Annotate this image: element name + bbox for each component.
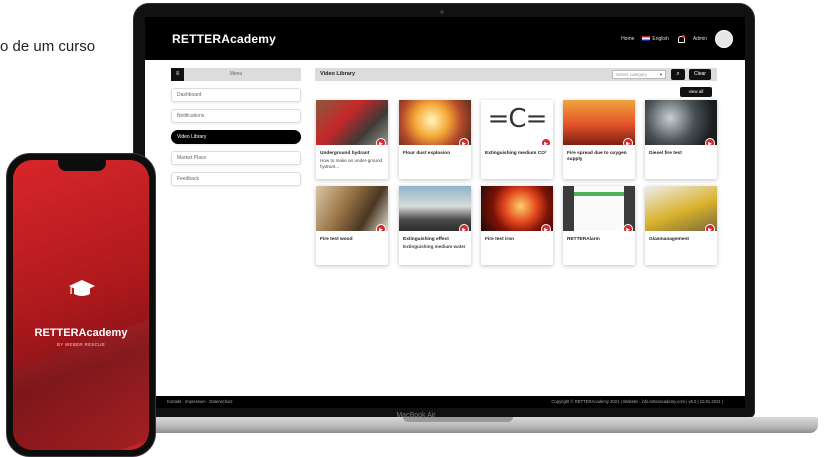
search-button[interactable]: ⌕: [671, 69, 685, 80]
video-thumbnail: ▶: [399, 100, 471, 145]
video-title: Extinguishing effect: [403, 237, 449, 242]
video-card[interactable]: ▶ Fire test wood: [316, 186, 388, 265]
sidebar-item-dashboard[interactable]: Dashboard: [171, 88, 301, 102]
video-title: Flour dust explosion: [403, 151, 451, 156]
phone-app-name: RETTERAcademy: [34, 327, 128, 339]
video-thumbnail: ▶: [316, 100, 388, 145]
play-icon[interactable]: ▶: [705, 224, 715, 231]
language-label: English: [652, 36, 669, 42]
video-thumbnail: ▶: [563, 100, 635, 145]
toolbar: Video Library Select category ▼ ⌕ Clear: [315, 68, 717, 81]
app-footer: Kontakt · Impressum · Datenschutz Copyri…: [145, 396, 745, 408]
video-card[interactable]: ▶ Extinguishing effect Extinguishing med…: [399, 186, 471, 265]
graduation-cap-icon: [69, 280, 95, 296]
video-thumbnail: ▶: [316, 186, 388, 231]
play-icon[interactable]: ▶: [459, 138, 469, 145]
video-title: Glasmanagement: [649, 237, 689, 242]
video-title: RETTERAlarm: [567, 237, 600, 242]
footer-links[interactable]: Kontakt · Impressum · Datenschutz: [167, 396, 233, 408]
sidebar-item-market-place[interactable]: Market Place: [171, 151, 301, 165]
video-title: Underground hydrant: [320, 151, 370, 156]
video-title: Fire test wood: [320, 237, 353, 242]
video-description: How to make an under-ground hydrant...: [320, 158, 383, 169]
video-thumbnail: ▶: [645, 100, 717, 145]
video-card[interactable]: ▶ Diesel fire test: [645, 100, 717, 179]
phone-subtitle: BY WEBER RESCUE: [56, 342, 106, 347]
chevron-down-icon: ▼: [659, 72, 663, 77]
video-thumbnail: ▶: [481, 186, 553, 231]
app-logo[interactable]: RETTERAcademy: [172, 32, 276, 46]
video-thumbnail: ▶: [645, 186, 717, 231]
header-nav: Home English Admin: [621, 30, 733, 48]
sidebar-item-feedback[interactable]: Feedback: [171, 172, 301, 186]
sidebar-item-video-library[interactable]: Video Library: [171, 130, 301, 144]
play-icon[interactable]: ▶: [376, 224, 386, 231]
menu-bar: ≡ Menu: [171, 68, 301, 81]
app-header: RETTERAcademy Home English Admin: [145, 17, 745, 60]
video-card[interactable]: ▶ Glasmanagement: [645, 186, 717, 265]
video-card[interactable]: =C= ▶ Extinguishing medium CO²: [481, 100, 553, 179]
sidebar-item-notifications[interactable]: Notifications: [171, 109, 301, 123]
video-card[interactable]: ▶ Underground hydrant How to make an und…: [316, 100, 388, 179]
thumbnail-bar: [573, 192, 625, 196]
video-thumbnail: =C= ▶: [481, 100, 553, 145]
menu-toggle-button[interactable]: ≡: [171, 68, 184, 81]
video-card[interactable]: ▶ Flour dust explosion: [399, 100, 471, 179]
sidebar: ≡ Menu Dashboard Notifications Video Lib…: [171, 68, 301, 186]
base-notch: [403, 417, 513, 422]
video-card[interactable]: ▶ Fire spread due to oxygen supply: [563, 100, 635, 179]
play-icon[interactable]: ▶: [623, 138, 633, 145]
category-select[interactable]: Select category ▼: [612, 70, 666, 79]
page-title: Video Library: [320, 71, 356, 77]
play-icon[interactable]: ▶: [623, 224, 633, 231]
language-selector[interactable]: English: [642, 36, 669, 42]
category-select-value: Select category: [616, 72, 648, 77]
play-icon[interactable]: ▶: [705, 138, 715, 145]
video-title: Fire spread due to oxygen supply: [567, 151, 627, 162]
play-icon[interactable]: ▶: [376, 138, 386, 145]
video-title: Extinguishing medium CO²: [485, 151, 547, 156]
camera: [440, 10, 444, 14]
view-all-button[interactable]: view all: [680, 87, 712, 97]
video-card[interactable]: ▶ RETTERAlarm: [563, 186, 635, 265]
search-icon: ⌕: [676, 71, 680, 77]
avatar[interactable]: [715, 30, 733, 48]
footer-copyright: Copyright © RETTERAcademy 2021 | Website…: [551, 399, 723, 404]
video-title: Fire test iron: [485, 237, 515, 242]
phone: RETTERAcademy BY WEBER RESCUE: [6, 153, 156, 457]
clear-button[interactable]: Clear: [689, 69, 711, 80]
nav-home[interactable]: Home: [621, 36, 634, 42]
flag-icon: [642, 36, 651, 42]
user-name[interactable]: Admin: [693, 36, 707, 42]
play-icon[interactable]: ▶: [541, 224, 551, 231]
menu-label: Menu: [229, 71, 243, 77]
video-thumbnail: ▶: [563, 186, 635, 231]
caption-text: o de um curso: [0, 38, 96, 55]
phone-screen: RETTERAcademy BY WEBER RESCUE: [13, 160, 149, 450]
phone-notch: [58, 160, 106, 171]
video-description: Extinguishing medium water: [403, 244, 466, 249]
video-card[interactable]: ▶ Fire test iron: [481, 186, 553, 265]
laptop-base: [103, 417, 818, 433]
video-title: Diesel fire test: [649, 151, 682, 156]
play-icon[interactable]: ▶: [541, 138, 551, 145]
video-thumbnail: ▶: [399, 186, 471, 231]
play-icon[interactable]: ▶: [459, 224, 469, 231]
bell-icon[interactable]: [677, 35, 685, 43]
